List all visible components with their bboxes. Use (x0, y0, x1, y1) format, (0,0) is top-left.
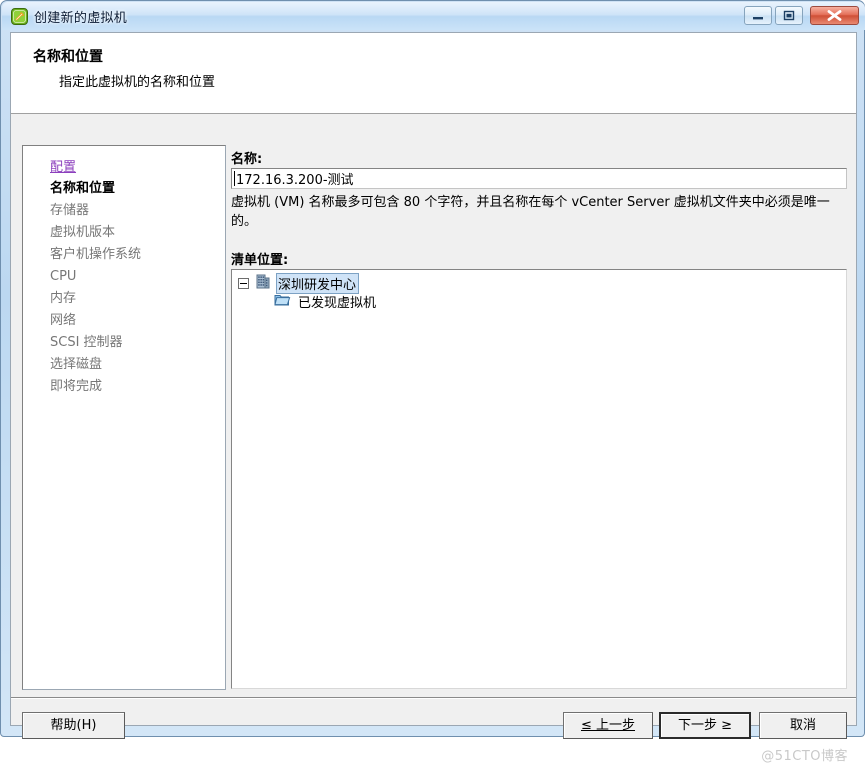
sidebar-item-scsi-controller[interactable]: SCSI 控制器 (50, 336, 123, 350)
close-button[interactable] (810, 6, 859, 25)
sidebar-item-network[interactable]: 网络 (50, 314, 76, 328)
text-caret (234, 171, 235, 186)
page-title: 名称和位置 (33, 49, 103, 65)
minimize-icon (753, 17, 763, 20)
page-subtitle: 指定此虚拟机的名称和位置 (59, 75, 216, 90)
title-bar[interactable]: 创建新的虚拟机 (2, 2, 865, 30)
sidebar-item-ready-complete[interactable]: 即将完成 (50, 380, 102, 394)
footer-divider (11, 697, 856, 699)
back-button-label: ≤ 上一步 (580, 718, 636, 733)
datacenter-icon (255, 274, 271, 293)
sidebar-item-cpu[interactable]: CPU (50, 270, 76, 284)
dialog-client: 名称和位置 指定此虚拟机的名称和位置 配置 名称和位置 存储器 虚拟机版本 客户… (10, 32, 857, 764)
sidebar-item-vm-version[interactable]: 虚拟机版本 (50, 226, 115, 240)
inventory-location-label: 清单位置: (231, 253, 289, 268)
sidebar-item-guest-os[interactable]: 客户机操作系统 (50, 248, 141, 262)
tree-row[interactable]: 深圳研发中心 (238, 272, 360, 294)
sidebar-item-name-location[interactable]: 名称和位置 (50, 182, 115, 196)
wizard-steps-panel: 配置 名称和位置 存储器 虚拟机版本 客户机操作系统 CPU 内存 网络 SCS… (22, 145, 226, 690)
dialog-window: 创建新的虚拟机 名称和位置 指定此虚拟机的名称和位置 配置 名称和位置 存储器 … (0, 0, 865, 764)
help-button[interactable]: 帮助(H) (22, 712, 125, 739)
wizard-content: 名称: 虚拟机 (VM) 名称最多可包含 80 个字符，并且名称在每个 vCen… (230, 145, 847, 690)
minimize-button[interactable] (744, 6, 772, 25)
name-label: 名称: (231, 152, 263, 167)
inventory-tree[interactable]: 深圳研发中心 已发现虚拟机 (231, 269, 847, 689)
vm-new-icon (11, 8, 28, 25)
cancel-button-label: 取消 (789, 718, 816, 733)
help-button-label: 帮助(H) (50, 718, 97, 733)
maximize-icon (783, 10, 795, 21)
window-title: 创建新的虚拟机 (34, 11, 128, 26)
close-icon (827, 10, 842, 21)
tree-row[interactable]: 已发现虚拟机 (274, 291, 379, 312)
sidebar-item-memory[interactable]: 内存 (50, 292, 76, 306)
name-description: 虚拟机 (VM) 名称最多可包含 80 个字符，并且名称在每个 vCenter … (231, 195, 830, 229)
sidebar-item-configuration[interactable]: 配置 (50, 161, 76, 175)
maximize-button[interactable] (775, 6, 803, 25)
tree-node-label[interactable]: 已发现虚拟机 (296, 291, 379, 312)
wizard-header: 名称和位置 指定此虚拟机的名称和位置 (11, 33, 856, 114)
sidebar-item-storage[interactable]: 存储器 (50, 204, 89, 218)
vm-name-input[interactable] (231, 168, 847, 189)
back-button[interactable]: ≤ 上一步 (563, 712, 653, 739)
sidebar-item-select-disk[interactable]: 选择磁盘 (50, 358, 102, 372)
collapse-toggle-icon[interactable] (238, 277, 249, 289)
cancel-button[interactable]: 取消 (759, 712, 847, 739)
folder-icon (274, 292, 291, 311)
next-button-label: 下一步 ≥ (677, 718, 733, 733)
watermark: @51CTO博客 (761, 749, 848, 764)
next-button[interactable]: 下一步 ≥ (659, 712, 751, 739)
